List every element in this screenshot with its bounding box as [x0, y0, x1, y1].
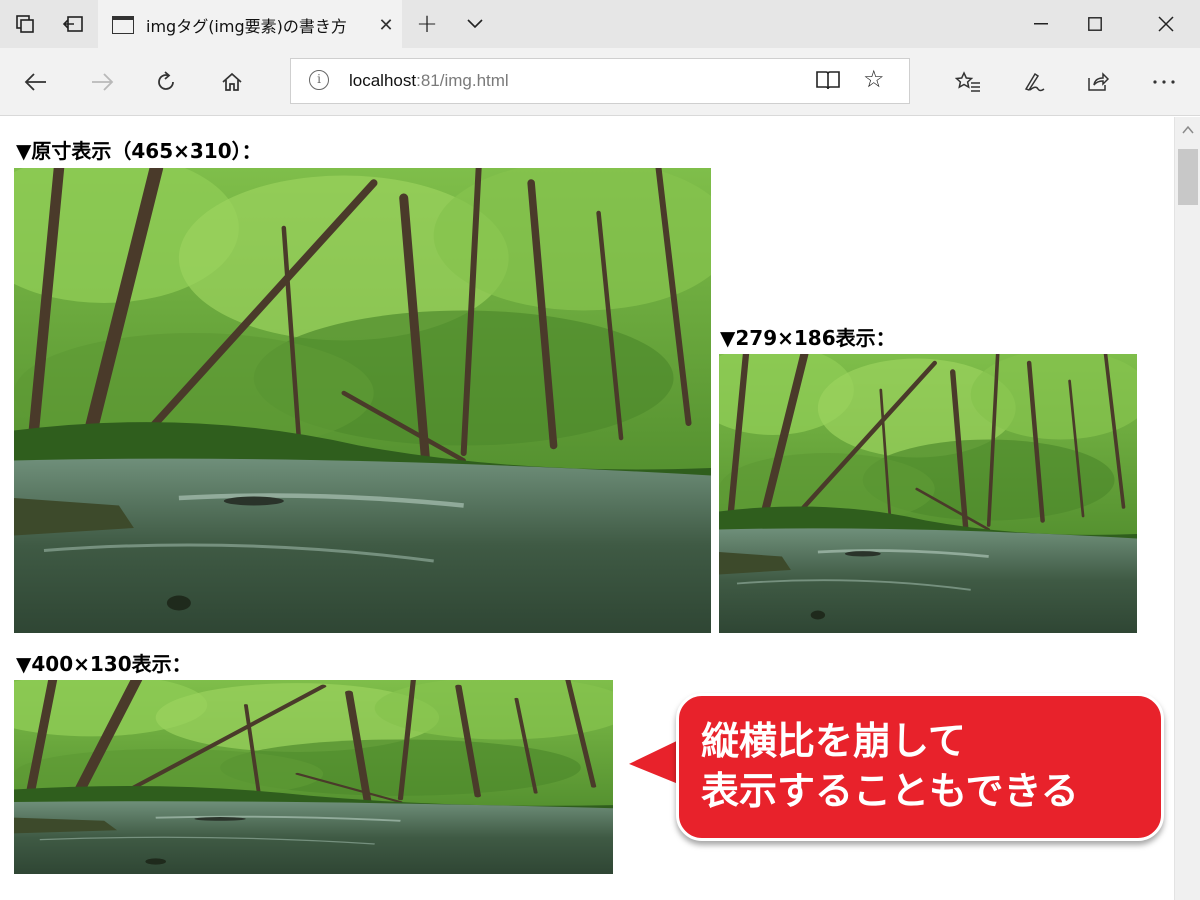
callout-bubble: 縦横比を崩して 表示することもできる — [676, 693, 1164, 841]
forward-arrow-icon[interactable] — [80, 60, 124, 104]
minimize-icon[interactable] — [1018, 0, 1064, 48]
scroll-thumb[interactable] — [1178, 149, 1198, 205]
tab-title: imgタグ(img要素)の書き方 — [146, 17, 347, 36]
home-icon[interactable] — [210, 60, 254, 104]
navigation-bar: i localhost:81/img.html ☆ — [0, 48, 1200, 116]
tab-bar: imgタグ(img要素)の書き方 ✕ + — [0, 0, 1200, 48]
url-text: localhost:81/img.html — [349, 71, 509, 90]
pen-icon[interactable] — [1012, 60, 1056, 104]
callout-text: 縦横比を崩して 表示することもできる — [701, 716, 1079, 816]
page-icon — [112, 16, 134, 34]
back-arrow-icon[interactable] — [14, 60, 58, 104]
close-window-icon[interactable] — [1138, 0, 1194, 48]
info-icon[interactable]: i — [309, 70, 329, 90]
favorites-hub-icon[interactable] — [946, 60, 990, 104]
show-tabs-icon[interactable] — [50, 0, 96, 48]
vertical-scrollbar[interactable] — [1174, 117, 1200, 900]
chevron-down-icon[interactable] — [452, 0, 498, 48]
photo-stretched-size — [14, 680, 613, 874]
photo-original-size — [14, 168, 711, 633]
maximize-icon[interactable] — [1072, 0, 1118, 48]
share-icon[interactable] — [1076, 60, 1120, 104]
new-tab-icon[interactable]: + — [404, 0, 450, 48]
active-tab[interactable]: imgタグ(img要素)の書き方 ✕ — [98, 0, 402, 48]
tabs-aside-icon[interactable] — [2, 0, 48, 48]
photo-medium-size — [719, 354, 1137, 633]
label-medium-size: ▼279×186表示： — [720, 326, 896, 350]
address-bar[interactable]: i localhost:81/img.html ☆ — [290, 58, 910, 104]
more-icon[interactable] — [1142, 60, 1186, 104]
reading-view-icon[interactable] — [815, 68, 841, 96]
close-tab-icon[interactable]: ✕ — [374, 15, 398, 36]
label-stretched-size: ▼400×130表示： — [16, 652, 192, 676]
callout-pointer — [624, 736, 682, 788]
label-original-size: ▼原寸表示（465×310）： — [16, 139, 262, 163]
star-icon[interactable]: ☆ — [863, 65, 885, 93]
refresh-icon[interactable] — [144, 60, 188, 104]
callout-line-2: 表示することもできる — [701, 769, 1079, 813]
scroll-up-icon[interactable] — [1181, 123, 1195, 137]
callout-line-1: 縦横比を崩して — [701, 719, 966, 763]
